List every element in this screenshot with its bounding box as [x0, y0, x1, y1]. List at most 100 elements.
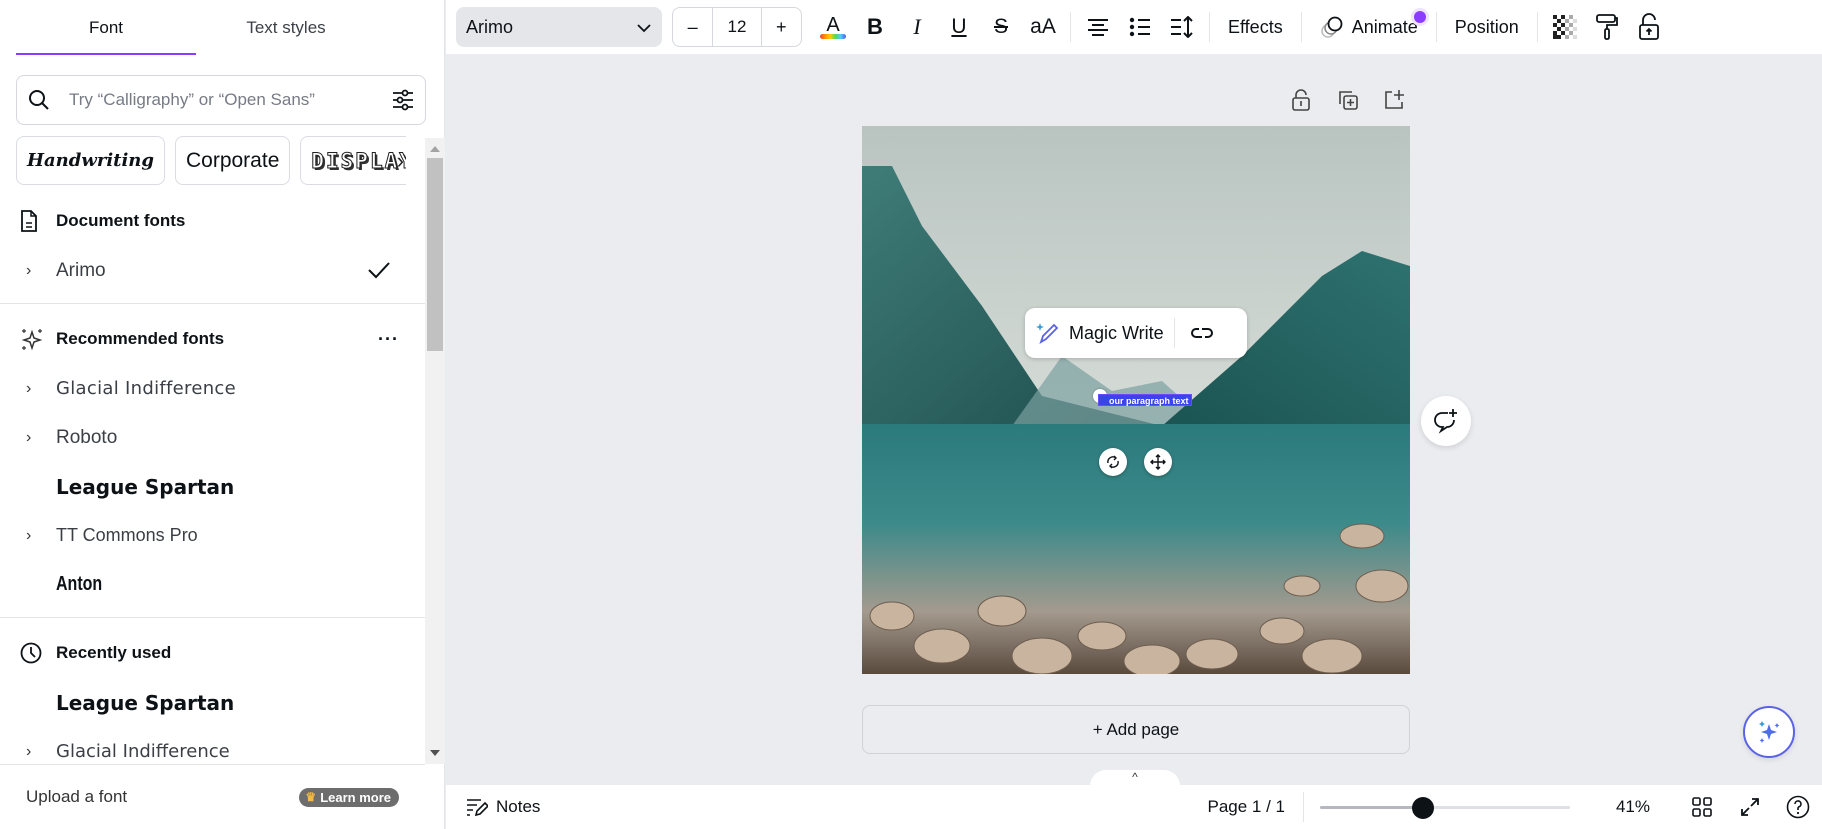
collapse-pages-button[interactable]: ^	[1090, 770, 1180, 786]
lock-button[interactable]	[1628, 7, 1670, 47]
chevron-right-icon[interactable]: ›	[26, 527, 56, 545]
font-item-arimo[interactable]: › Arimo	[0, 246, 425, 295]
upload-font-bar: Upload a font ♛ Learn more	[0, 764, 425, 829]
checkmark-icon	[367, 260, 391, 285]
selected-text-box[interactable]: our paragraph text	[1098, 394, 1192, 406]
sparkles-icon	[20, 327, 56, 351]
text-toolbar: Arimo – 12 + A B I U S aA Effects Animat…	[446, 0, 1822, 54]
scrollbar-thumb[interactable]	[427, 158, 443, 351]
chevron-right-icon[interactable]: ›	[26, 262, 56, 280]
effects-button[interactable]: Effects	[1216, 7, 1295, 47]
page-controls	[1290, 88, 1406, 112]
line-spacing-button[interactable]	[1161, 7, 1203, 47]
font-size-input[interactable]: 12	[712, 8, 762, 46]
grid-view-button[interactable]	[1678, 797, 1726, 817]
decrease-font-size-button[interactable]: –	[673, 8, 712, 46]
align-center-icon	[1088, 19, 1108, 36]
zoom-slider-knob[interactable]	[1411, 797, 1434, 819]
learn-more-button[interactable]: ♛ Learn more	[299, 787, 399, 807]
help-icon	[1786, 795, 1810, 819]
toolbar-divider	[1300, 12, 1302, 42]
chip-handwriting[interactable]: Handwriting	[16, 136, 165, 185]
transparency-button[interactable]	[1544, 7, 1586, 47]
notes-icon	[467, 799, 488, 817]
link-button[interactable]	[1175, 323, 1229, 343]
font-item-glacial-indifference[interactable]: › Glacial Indifference	[0, 727, 425, 764]
align-center-button[interactable]	[1077, 7, 1119, 47]
font-item-glacial-indifference[interactable]: › Glacial Indifference	[0, 364, 425, 413]
fullscreen-button[interactable]	[1726, 796, 1774, 818]
section-title: Recommended fonts	[56, 329, 225, 348]
duplicate-page-icon[interactable]	[1336, 88, 1360, 112]
scroll-up-arrow-icon[interactable]	[430, 146, 440, 152]
zoom-value[interactable]: 41%	[1570, 797, 1650, 817]
font-item-anton[interactable]: Anton	[0, 560, 425, 609]
transparency-icon	[1552, 15, 1577, 39]
font-item-league-spartan[interactable]: League Spartan	[0, 678, 425, 727]
font-item-tt-commons-pro[interactable]: › TT Commons Pro	[0, 511, 425, 560]
toolbar-divider	[1209, 12, 1210, 42]
page-indicator[interactable]: Page 1 / 1	[1207, 792, 1304, 822]
font-panel: Font Text styles Handwriting Corporate D…	[0, 0, 445, 829]
rotate-icon	[1107, 455, 1119, 469]
increase-font-size-button[interactable]: +	[762, 8, 801, 46]
chevron-right-icon[interactable]: ›	[26, 743, 56, 761]
font-name: Glacial Indifference	[56, 741, 230, 762]
tab-font[interactable]: Font	[16, 0, 196, 56]
chevron-down-icon	[636, 17, 652, 38]
font-item-roboto[interactable]: › Roboto	[0, 413, 425, 462]
lock-page-icon[interactable]	[1290, 88, 1314, 112]
sliders-icon[interactable]	[381, 89, 425, 111]
animate-icon	[1320, 16, 1343, 38]
divider	[0, 617, 425, 618]
bullet-list-icon	[1129, 17, 1150, 37]
add-page-button[interactable]: + Add page	[862, 705, 1410, 754]
notification-dot	[1413, 11, 1426, 23]
toolbar-divider	[1536, 12, 1538, 42]
chip-display[interactable]: DISPLAY	[300, 136, 406, 185]
font-size-stepper: – 12 +	[672, 7, 802, 47]
more-options-icon[interactable]: ···	[378, 329, 399, 350]
add-comment-button[interactable]	[1421, 396, 1471, 446]
underline-button[interactable]: U	[938, 7, 980, 47]
strikethrough-button[interactable]: S	[980, 7, 1022, 47]
text-color-letter: A	[826, 13, 840, 36]
animate-button[interactable]: Animate	[1308, 7, 1430, 47]
font-list-scrollbar[interactable]	[425, 138, 445, 764]
font-family-dropdown[interactable]: Arimo	[456, 7, 662, 47]
rotate-button[interactable]	[1099, 448, 1127, 476]
notes-label: Notes	[496, 797, 541, 816]
text-color-button[interactable]: A	[812, 7, 854, 47]
font-name: Arimo	[56, 259, 106, 281]
bullet-list-button[interactable]	[1119, 7, 1161, 47]
zoom-slider[interactable]	[1320, 795, 1570, 819]
letter-case-button[interactable]: aA	[1022, 7, 1064, 47]
search-icon	[17, 89, 61, 111]
move-button[interactable]	[1144, 448, 1172, 476]
tab-text-styles[interactable]: Text styles	[196, 0, 376, 56]
ai-assistant-button[interactable]	[1743, 706, 1795, 758]
font-name: Glacial Indifference	[56, 378, 236, 399]
chevron-right-icon[interactable]: ›	[26, 380, 56, 398]
font-item-league-spartan[interactable]: League Spartan	[0, 462, 425, 511]
position-button[interactable]: Position	[1443, 7, 1531, 47]
font-search-input[interactable]	[61, 90, 381, 110]
copy-style-button[interactable]	[1586, 7, 1628, 47]
chevron-right-icon[interactable]: ›	[397, 148, 404, 174]
help-button[interactable]	[1774, 795, 1822, 819]
italic-button[interactable]: I	[896, 7, 938, 47]
paint-roller-icon	[1595, 14, 1618, 40]
chip-corporate[interactable]: Corporate	[174, 136, 291, 185]
section-title: Recently used	[56, 643, 172, 662]
move-icon	[1150, 454, 1166, 470]
divider	[0, 303, 425, 304]
magic-write-label: Magic Write	[1069, 322, 1164, 343]
chevron-right-icon[interactable]: ›	[26, 429, 56, 447]
scroll-down-arrow-icon[interactable]	[430, 750, 440, 756]
upload-font-link[interactable]: Upload a font	[26, 787, 127, 807]
add-page-icon[interactable]	[1382, 88, 1406, 112]
bold-button[interactable]: B	[854, 7, 896, 47]
magic-write-button[interactable]: Magic Write	[1025, 308, 1174, 358]
notes-button[interactable]: Notes	[466, 797, 540, 817]
font-name: League Spartan	[56, 474, 235, 499]
